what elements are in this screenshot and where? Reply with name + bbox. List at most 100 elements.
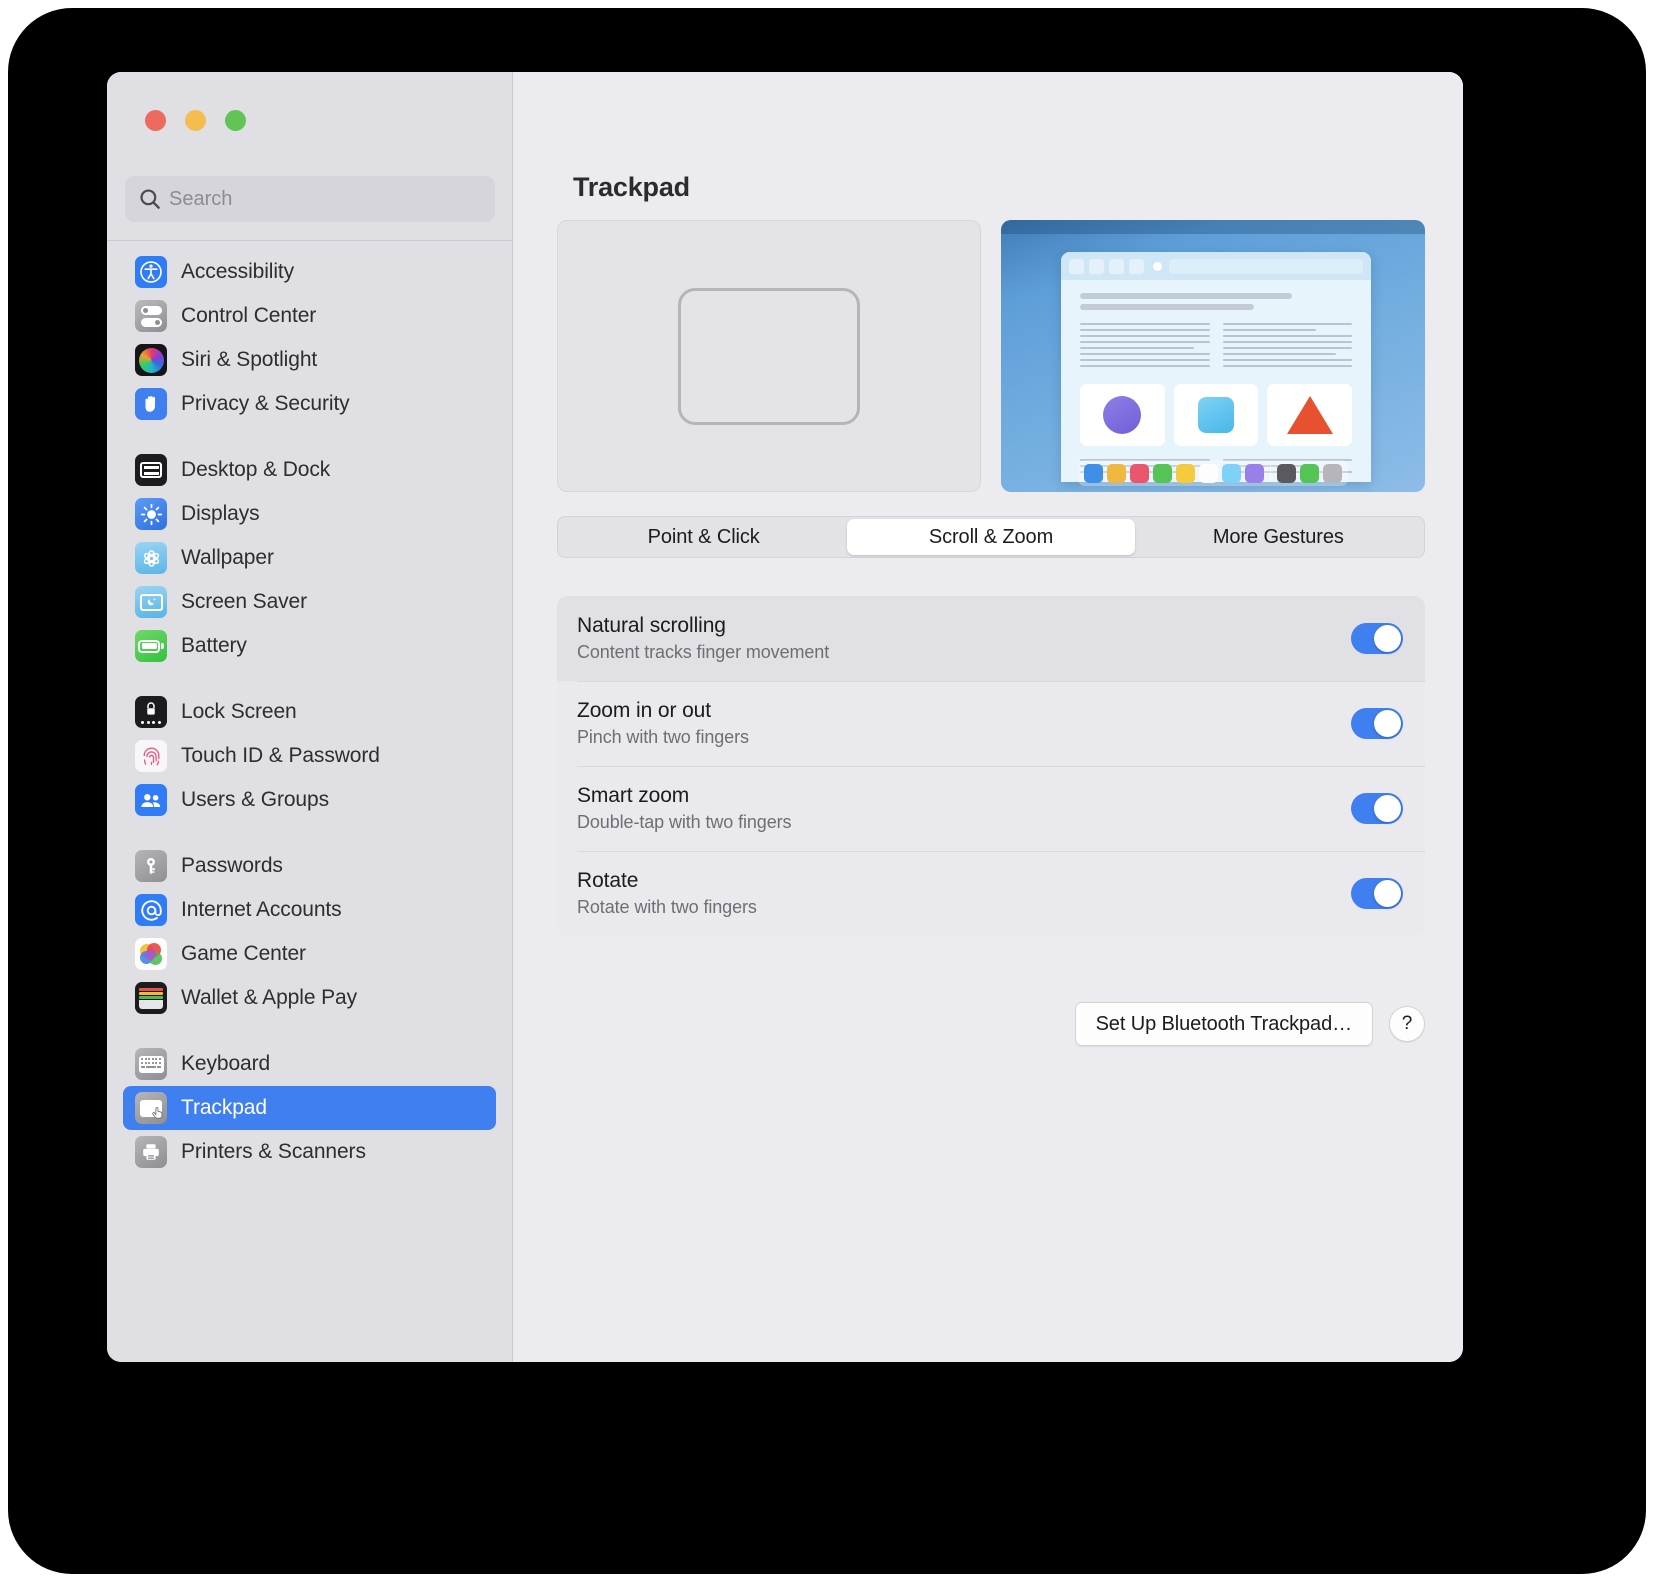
- sidebar-group-3: Passwords Internet Accounts Game Center …: [123, 844, 496, 1020]
- sidebar-item-label: Wallet & Apple Pay: [181, 986, 358, 1009]
- preview-favicon: [1153, 261, 1162, 271]
- sidebar-item-passwords[interactable]: Passwords: [123, 844, 496, 888]
- sidebar: Accessibility Control Center Siri & Spot…: [107, 72, 513, 1362]
- preview-text-columns: [1080, 323, 1352, 371]
- help-button[interactable]: ?: [1389, 1006, 1425, 1042]
- dock-icon: [1300, 463, 1319, 483]
- tab-point-click[interactable]: Point & Click: [560, 519, 847, 555]
- wallet-icon: [135, 982, 167, 1014]
- tab-more-gestures[interactable]: More Gestures: [1135, 519, 1422, 555]
- dock-icon: [1084, 463, 1103, 483]
- sidebar-item-lock-screen[interactable]: Lock Screen: [123, 690, 496, 734]
- preview-heading-line: [1080, 304, 1255, 310]
- toggle-knob: [1374, 710, 1401, 737]
- sidebar-item-label: Displays: [181, 502, 260, 525]
- sidebar-item-printers-scanners[interactable]: Printers & Scanners: [123, 1130, 496, 1174]
- set-up-bluetooth-trackpad-button[interactable]: Set Up Bluetooth Trackpad…: [1074, 1002, 1373, 1046]
- preview-tab: [1089, 258, 1104, 274]
- setting-title: Zoom in or out: [577, 699, 711, 722]
- privacy-hand-icon: [135, 388, 167, 420]
- sidebar-item-label: Siri & Spotlight: [181, 348, 318, 371]
- sidebar-group-0: Accessibility Control Center Siri & Spot…: [123, 250, 496, 426]
- sidebar-item-privacy-security[interactable]: Privacy & Security: [123, 382, 496, 426]
- triangle-shape-icon: [1286, 396, 1333, 434]
- sidebar-item-displays[interactable]: Displays: [123, 492, 496, 536]
- preview-card: [1267, 384, 1353, 446]
- setting-title: Natural scrolling: [577, 614, 726, 637]
- key-icon: [135, 850, 167, 882]
- sidebar-item-label: Game Center: [181, 942, 306, 965]
- accessibility-icon: [135, 256, 167, 288]
- sidebar-item-internet-accounts[interactable]: Internet Accounts: [123, 888, 496, 932]
- close-button[interactable]: [145, 110, 166, 131]
- setting-row-rotate: Rotate Rotate with two fingers: [557, 851, 1425, 936]
- setting-row-natural-scrolling: Natural scrolling Content tracks finger m…: [557, 596, 1425, 681]
- dock-icon: [1323, 463, 1342, 483]
- toggle-rotate[interactable]: [1351, 878, 1403, 909]
- sidebar-item-game-center[interactable]: Game Center: [123, 932, 496, 976]
- sidebar-item-desktop-dock[interactable]: Desktop & Dock: [123, 448, 496, 492]
- preview-menubar: [1001, 220, 1425, 234]
- screensaver-icon: [135, 586, 167, 618]
- page-title: Trackpad: [573, 172, 690, 202]
- setting-title: Rotate: [577, 869, 639, 892]
- setting-texts: Smart zoom Double-tap with two fingers: [577, 784, 792, 833]
- setting-texts: Rotate Rotate with two fingers: [577, 869, 757, 918]
- dock-icon: [1176, 463, 1195, 483]
- dock-icon: [1277, 463, 1296, 483]
- toggle-smart-zoom[interactable]: [1351, 793, 1403, 824]
- search-field[interactable]: [125, 176, 495, 222]
- desktop-dock-icon: [135, 454, 167, 486]
- tab-scroll-zoom[interactable]: Scroll & Zoom: [847, 519, 1135, 555]
- sidebar-item-wallet-apple-pay[interactable]: Wallet & Apple Pay: [123, 976, 496, 1020]
- minimize-button[interactable]: [185, 110, 206, 131]
- search-input[interactable]: [169, 187, 483, 211]
- trackpad-illustration-panel: [557, 220, 981, 492]
- dock-icon: [1199, 463, 1218, 483]
- dock-icon: [1222, 463, 1241, 483]
- sidebar-item-accessibility[interactable]: Accessibility: [123, 250, 496, 294]
- keyboard-icon: [135, 1048, 167, 1080]
- setting-row-zoom-in-or-out: Zoom in or out Pinch with two fingers: [557, 681, 1425, 766]
- sidebar-item-users-groups[interactable]: Users & Groups: [123, 778, 496, 822]
- preview-tab: [1109, 258, 1124, 274]
- dock-icon: [1107, 463, 1126, 483]
- sidebar-item-screen-saver[interactable]: Screen Saver: [123, 580, 496, 624]
- sidebar-group-1: Desktop & Dock Displays Wallpaper Screen…: [123, 448, 496, 668]
- setting-texts: Natural scrolling Content tracks finger m…: [577, 614, 829, 663]
- sidebar-divider: [107, 240, 512, 241]
- tab-bar: Point & Click Scroll & Zoom More Gestures: [557, 516, 1425, 558]
- sidebar-item-control-center[interactable]: Control Center: [123, 294, 496, 338]
- trackpad-shape-icon: [678, 287, 860, 425]
- system-settings-window: Accessibility Control Center Siri & Spot…: [107, 72, 1463, 1362]
- sidebar-item-trackpad[interactable]: Trackpad: [123, 1086, 496, 1130]
- preview-card: [1173, 384, 1259, 446]
- game-center-icon: [135, 938, 167, 970]
- sidebar-item-wallpaper[interactable]: Wallpaper: [123, 536, 496, 580]
- toggle-zoom-in-or-out[interactable]: [1351, 708, 1403, 739]
- at-sign-icon: [135, 894, 167, 926]
- sidebar-item-label: Wallpaper: [181, 546, 274, 569]
- preview-url-bar: [1169, 258, 1363, 274]
- circle-shape-icon: [1103, 396, 1142, 434]
- toggle-natural-scrolling[interactable]: [1351, 623, 1403, 654]
- sidebar-item-touch-id-password[interactable]: Touch ID & Password: [123, 734, 496, 778]
- preview-browser-window: [1061, 252, 1371, 482]
- sidebar-item-siri-spotlight[interactable]: Siri & Spotlight: [123, 338, 496, 382]
- sidebar-item-label: Privacy & Security: [181, 392, 350, 415]
- displays-sun-icon: [135, 498, 167, 530]
- window-controls: [145, 110, 246, 131]
- setting-title: Smart zoom: [577, 784, 690, 807]
- sidebar-item-label: Lock Screen: [181, 700, 297, 723]
- setting-texts: Zoom in or out Pinch with two fingers: [577, 699, 749, 748]
- sidebar-item-battery[interactable]: Battery: [123, 624, 496, 668]
- sidebar-item-label: Screen Saver: [181, 590, 308, 613]
- zoom-button[interactable]: [225, 110, 246, 131]
- wallpaper-icon: [135, 542, 167, 574]
- preview-tab: [1129, 258, 1144, 274]
- sidebar-item-label: Passwords: [181, 854, 283, 877]
- sidebar-nav-list: Accessibility Control Center Siri & Spot…: [107, 250, 512, 1362]
- setting-subtitle: Pinch with two fingers: [577, 727, 749, 747]
- sidebar-item-keyboard[interactable]: Keyboard: [123, 1042, 496, 1086]
- preview-text-column: [1222, 323, 1352, 371]
